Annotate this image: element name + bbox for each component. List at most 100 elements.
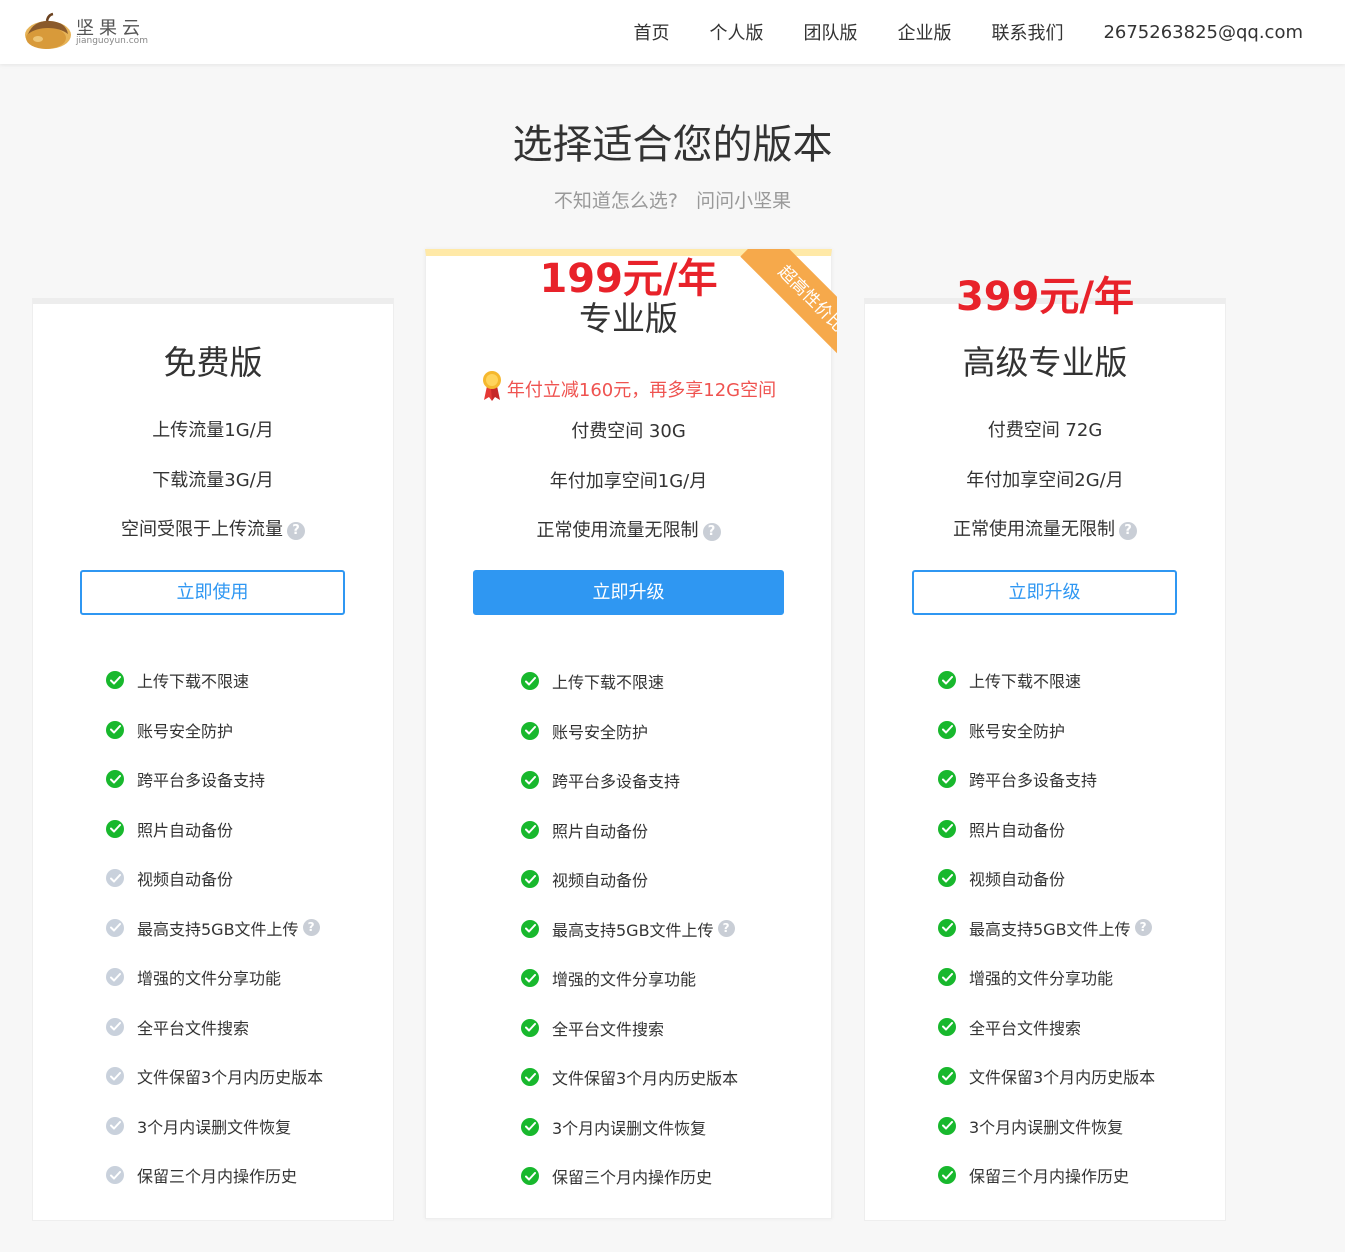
feature-item: 跨平台多设备支持 — [938, 767, 1097, 791]
feature-label: 账号安全防护 — [552, 722, 649, 742]
check-circle-icon — [938, 1116, 956, 1135]
feature-item: 最高支持5GB文件上传? — [938, 916, 1152, 940]
feature-label: 保留三个月内操作历史 — [137, 1167, 298, 1186]
check-circle-icon — [521, 1117, 539, 1136]
plan-spec-help: 正常使用流量无限制? — [865, 515, 1225, 541]
feature-label: 视频自动备份 — [969, 870, 1066, 889]
check-circle-icon — [938, 869, 956, 887]
check-circle-disabled-icon — [106, 1116, 124, 1135]
check-circle-icon — [938, 968, 956, 986]
feature-label: 视频自动备份 — [137, 870, 234, 889]
page-subtitle: 不知道怎么选? 问问小坚果 — [0, 186, 1345, 213]
check-circle-icon — [938, 1166, 956, 1184]
check-circle-icon — [521, 820, 539, 839]
logo-subtext: jianguoyun.com — [76, 36, 148, 46]
plan-spec: 正常使用流量无限制 — [953, 519, 1115, 540]
help-icon[interactable]: ? — [1134, 919, 1152, 936]
feature-label: 保留三个月内操作历史 — [969, 1167, 1130, 1186]
nav-enterprise[interactable]: 企业版 — [897, 19, 951, 45]
check-circle-icon — [521, 969, 539, 987]
plan-spec: 付费空间 30G — [571, 421, 686, 442]
feature-label: 跨平台多设备支持 — [137, 771, 266, 790]
check-circle-icon — [106, 819, 124, 838]
plan-spec: 年付加享空间2G/月 — [966, 470, 1124, 491]
check-circle-icon — [938, 1017, 956, 1036]
feature-item: 上传下载不限速 — [938, 668, 1081, 692]
feature-label: 增强的文件分享功能 — [969, 969, 1114, 988]
check-circle-disabled-icon — [106, 1067, 124, 1085]
feature-item: 上传下载不限速 — [521, 669, 664, 693]
feature-item: 账号安全防护 — [106, 718, 233, 742]
feature-label: 跨平台多设备支持 — [552, 772, 681, 791]
check-circle-disabled-icon — [106, 1166, 124, 1184]
page-title: 选择适合您的版本 — [512, 122, 833, 168]
feature-item: 增强的文件分享功能 — [106, 965, 281, 989]
ribbon-label: 超高性价比 — [740, 249, 837, 365]
nav-user-account[interactable]: 2675263825@qq.com — [1103, 22, 1303, 43]
feature-item: 文件保留3个月内历史版本 — [938, 1064, 1155, 1088]
ask-nut-link[interactable]: 问问小坚果 — [696, 190, 791, 212]
plan-spec: 上传流量1G/月 — [152, 420, 274, 441]
feature-item: 保留三个月内操作历史 — [106, 1163, 297, 1187]
feature-item: 照片自动备份 — [938, 817, 1065, 841]
feature-item: 全平台文件搜索 — [938, 1015, 1081, 1039]
check-circle-icon — [938, 720, 956, 739]
feature-label: 照片自动备份 — [969, 820, 1066, 840]
feature-label: 最高支持5GB文件上传 — [969, 919, 1131, 939]
feature-label: 上传下载不限速 — [137, 672, 250, 691]
feature-label: 3个月内误删文件恢复 — [969, 1117, 1124, 1137]
feature-label: 账号安全防护 — [969, 721, 1066, 741]
help-icon[interactable]: ? — [717, 920, 735, 937]
plan-spec: 空间受限于上传流量 — [121, 519, 283, 540]
feature-item: 最高支持5GB文件上传? — [521, 917, 735, 941]
top-navigation-bar: 坚果云 jianguoyun.com 首页 个人版 团队版 企业版 联系我们 2… — [0, 0, 1345, 64]
feature-item: 上传下载不限速 — [106, 668, 249, 692]
check-circle-icon — [938, 770, 956, 788]
feature-item: 增强的文件分享功能 — [521, 966, 696, 990]
feature-label: 文件保留3个月内历史版本 — [969, 1068, 1156, 1087]
check-circle-icon — [521, 1068, 539, 1086]
check-circle-icon — [106, 720, 124, 739]
check-circle-disabled-icon — [106, 968, 124, 986]
feature-item: 3个月内误删文件恢复 — [938, 1114, 1123, 1138]
check-circle-icon — [521, 919, 539, 938]
nav-home[interactable]: 首页 — [633, 19, 669, 45]
help-icon[interactable]: ? — [1119, 522, 1137, 540]
use-now-button[interactable]: 立即使用 — [80, 570, 345, 615]
help-icon[interactable]: ? — [302, 919, 320, 936]
nav-team[interactable]: 团队版 — [803, 19, 857, 45]
plan-spec-help: 空间受限于上传流量? — [33, 515, 393, 541]
plan-spec: 正常使用流量无限制 — [536, 520, 699, 541]
check-circle-icon — [521, 1167, 539, 1185]
feature-label: 视频自动备份 — [552, 871, 649, 890]
feature-label: 全平台文件搜索 — [137, 1018, 250, 1038]
feature-item: 跨平台多设备支持 — [106, 767, 265, 791]
nav-contact[interactable]: 联系我们 — [991, 19, 1063, 45]
jianguoyun-logo[interactable]: 坚果云 jianguoyun.com — [20, 12, 150, 52]
check-circle-icon — [938, 671, 956, 689]
plan-spec-help: 正常使用流量无限制? — [426, 516, 831, 542]
help-icon[interactable]: ? — [702, 523, 721, 541]
feature-item: 账号安全防护 — [938, 718, 1065, 742]
feature-label: 增强的文件分享功能 — [552, 970, 697, 989]
main-nav: 首页 个人版 团队版 企业版 联系我们 2675263825@qq.com — [593, 0, 1303, 64]
feature-label: 跨平台多设备支持 — [969, 771, 1098, 790]
feature-label: 文件保留3个月内历史版本 — [137, 1068, 324, 1087]
feature-item: 全平台文件搜索 — [521, 1016, 664, 1040]
check-circle-icon — [106, 671, 124, 689]
feature-label: 最高支持5GB文件上传 — [552, 920, 714, 940]
feature-label: 3个月内误删文件恢复 — [552, 1118, 707, 1138]
plan-spec: 付费空间 72G — [987, 420, 1103, 441]
plan-price: 399元/年 — [955, 274, 1135, 320]
plan-name: 免费版 — [163, 343, 263, 382]
medal-icon — [482, 371, 501, 401]
feature-item: 最高支持5GB文件上传? — [106, 916, 320, 940]
help-icon[interactable]: ? — [287, 522, 305, 540]
nav-personal[interactable]: 个人版 — [709, 19, 763, 45]
check-circle-icon — [938, 1067, 956, 1085]
feature-item: 保留三个月内操作历史 — [938, 1163, 1129, 1187]
upgrade-now-button[interactable]: 立即升级 — [912, 570, 1177, 615]
feature-item: 视频自动备份 — [938, 866, 1065, 890]
upgrade-now-button[interactable]: 立即升级 — [473, 570, 784, 615]
feature-label: 3个月内误删文件恢复 — [137, 1117, 292, 1137]
